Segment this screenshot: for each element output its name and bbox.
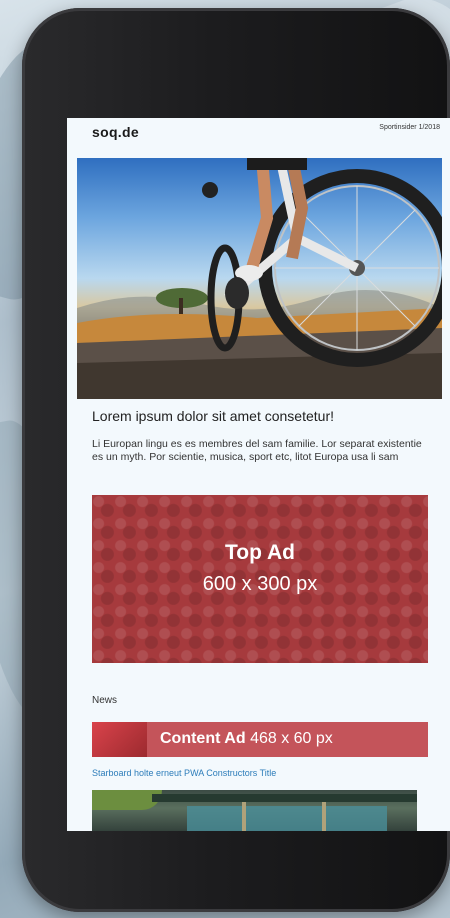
top-ad-size: 600 x 300 px <box>202 573 318 595</box>
hero-image[interactable] <box>77 158 442 399</box>
content-ad-title: Content Ad <box>160 730 246 747</box>
top-ad-banner[interactable]: Top Ad 600 x 300 px <box>92 495 428 663</box>
news-article-link[interactable]: Starboard holte erneut PWA Constructors … <box>92 768 276 778</box>
pillar <box>242 802 246 831</box>
issue-label: Sportinsider 1/2018 <box>379 124 440 131</box>
content-ad-banner[interactable]: Content Ad 468 x 60 px <box>92 722 428 757</box>
newsletter-header: soq.de Sportinsider 1/2018 <box>67 118 450 148</box>
article-body: Li Europan lingu es es membres del sam f… <box>92 438 422 463</box>
content-ad-thumbnail <box>92 722 147 757</box>
article-headline[interactable]: Lorem ipsum dolor sit amet consetetur! <box>92 408 334 424</box>
site-logo[interactable]: soq.de <box>92 124 139 140</box>
content-ad-label: Content Ad 468 x 60 px <box>160 730 333 748</box>
news-section-label: News <box>92 695 118 706</box>
pillar <box>322 802 326 831</box>
phone-screen: soq.de Sportinsider 1/2018 Lorem ipsum d… <box>67 118 450 831</box>
glass-wall <box>187 806 387 831</box>
phone-frame: soq.de Sportinsider 1/2018 Lorem ipsum d… <box>22 8 450 912</box>
mountain-bike-illustration <box>77 158 442 399</box>
top-ad-title: Top Ad <box>225 541 295 564</box>
canopy-roof <box>152 794 417 802</box>
content-ad-size: 468 x 60 px <box>250 730 333 747</box>
news-article-image[interactable] <box>92 790 417 831</box>
